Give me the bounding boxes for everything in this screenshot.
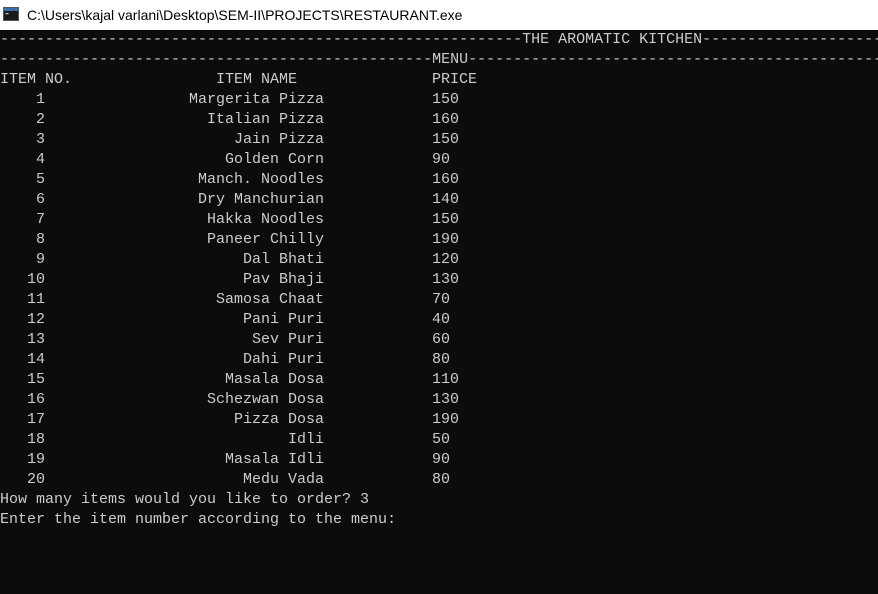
menu-item-price: 130: [432, 391, 460, 408]
menu-item-price: 160: [432, 171, 460, 188]
menu-row: 15 Masala Dosa 110: [0, 370, 878, 390]
menu-row: 11 Samosa Chaat 70: [0, 290, 878, 310]
menu-row: 3 Jain Pizza 150: [0, 130, 878, 150]
menu-item-price: 130: [432, 271, 460, 288]
menu-row: 1 Margerita Pizza 150: [0, 90, 878, 110]
header-price: PRICE: [432, 71, 478, 88]
menu-item-price: 90: [432, 151, 451, 168]
menu-item-name: Sev Puri: [251, 331, 324, 348]
menu-item-name: Dal Bhati: [242, 251, 324, 268]
menu-row: 19 Masala Idli 90: [0, 450, 878, 470]
menu-item-name: Hakka Noodles: [206, 211, 324, 228]
menu-item-price: 190: [432, 231, 460, 248]
menu-item-price: 120: [432, 251, 460, 268]
menu-item-price: 50: [432, 431, 451, 448]
menu-item-name: Golden Corn: [224, 151, 324, 168]
console-window-icon: [3, 7, 19, 21]
item-number-prompt: Enter the item number according to the m…: [0, 511, 397, 528]
menu-item-name: Dahi Puri: [242, 351, 324, 368]
menu-item-price: 80: [432, 351, 451, 368]
menu-item-name: Idli: [287, 431, 324, 448]
menu-row: 18 Idli 50: [0, 430, 878, 450]
menu-item-price: 190: [432, 411, 460, 428]
menu-item-price: 150: [432, 91, 460, 108]
menu-item-price: 140: [432, 191, 460, 208]
menu-item-name: Masala Idli: [224, 451, 324, 468]
menu-item-price: 70: [432, 291, 451, 308]
order-count-prompt: How many items would you like to order? …: [0, 491, 370, 508]
console-window: C:\Users\kajal varlani\Desktop\SEM-II\PR…: [0, 0, 878, 594]
menu-item-name: Manch. Noodles: [197, 171, 324, 188]
menu-row: 17 Pizza Dosa 190: [0, 410, 878, 430]
menu-item-price: 40: [432, 311, 451, 328]
menu-item-price: 80: [432, 471, 451, 488]
window-title: C:\Users\kajal varlani\Desktop\SEM-II\PR…: [27, 7, 463, 23]
header-item-no: ITEM NO.: [0, 71, 73, 88]
menu-item-name: Samosa Chaat: [215, 291, 324, 308]
menu-item-name: Margerita Pizza: [188, 91, 324, 108]
menu-item-name: Paneer Chilly: [206, 231, 324, 248]
menu-item-price: 150: [432, 131, 460, 148]
menu-item-price: 90: [432, 451, 451, 468]
menu-row: 9 Dal Bhati 120: [0, 250, 878, 270]
menu-item-price: 160: [432, 111, 460, 128]
menu-row: 5 Manch. Noodles 160: [0, 170, 878, 190]
menu-item-name: Dry Manchurian: [197, 191, 324, 208]
menu-header-row: ITEM NO. ITEM NAME PRICE: [0, 70, 878, 90]
menu-banner: ----------------------------------------…: [0, 51, 878, 68]
title-bar[interactable]: C:\Users\kajal varlani\Desktop\SEM-II\PR…: [0, 0, 878, 30]
menu-item-name: Medu Vada: [242, 471, 324, 488]
menu-item-name: Pizza Dosa: [233, 411, 324, 428]
menu-row: 16 Schezwan Dosa 130: [0, 390, 878, 410]
menu-row: 6 Dry Manchurian 140: [0, 190, 878, 210]
console-output[interactable]: ----------------------------------------…: [0, 30, 878, 594]
menu-item-name: Pav Bhaji: [242, 271, 324, 288]
restaurant-banner: ----------------------------------------…: [0, 31, 878, 48]
menu-item-price: 110: [432, 371, 460, 388]
menu-item-name: Schezwan Dosa: [206, 391, 324, 408]
menu-row: 8 Paneer Chilly 190: [0, 230, 878, 250]
menu-row: 13 Sev Puri 60: [0, 330, 878, 350]
menu-item-name: Masala Dosa: [224, 371, 324, 388]
menu-row: 14 Dahi Puri 80: [0, 350, 878, 370]
menu-item-price: 60: [432, 331, 451, 348]
menu-item-price: 150: [432, 211, 460, 228]
menu-row: 2 Italian Pizza 160: [0, 110, 878, 130]
menu-item-name: Italian Pizza: [206, 111, 324, 128]
menu-item-name: Jain Pizza: [233, 131, 324, 148]
menu-item-name: Pani Puri: [242, 311, 324, 328]
menu-row: 20 Medu Vada 80: [0, 470, 878, 490]
header-item-name: ITEM NAME: [216, 71, 298, 88]
menu-row: 12 Pani Puri 40: [0, 310, 878, 330]
menu-row: 4 Golden Corn 90: [0, 150, 878, 170]
menu-row: 7 Hakka Noodles 150: [0, 210, 878, 230]
menu-row: 10 Pav Bhaji 130: [0, 270, 878, 290]
